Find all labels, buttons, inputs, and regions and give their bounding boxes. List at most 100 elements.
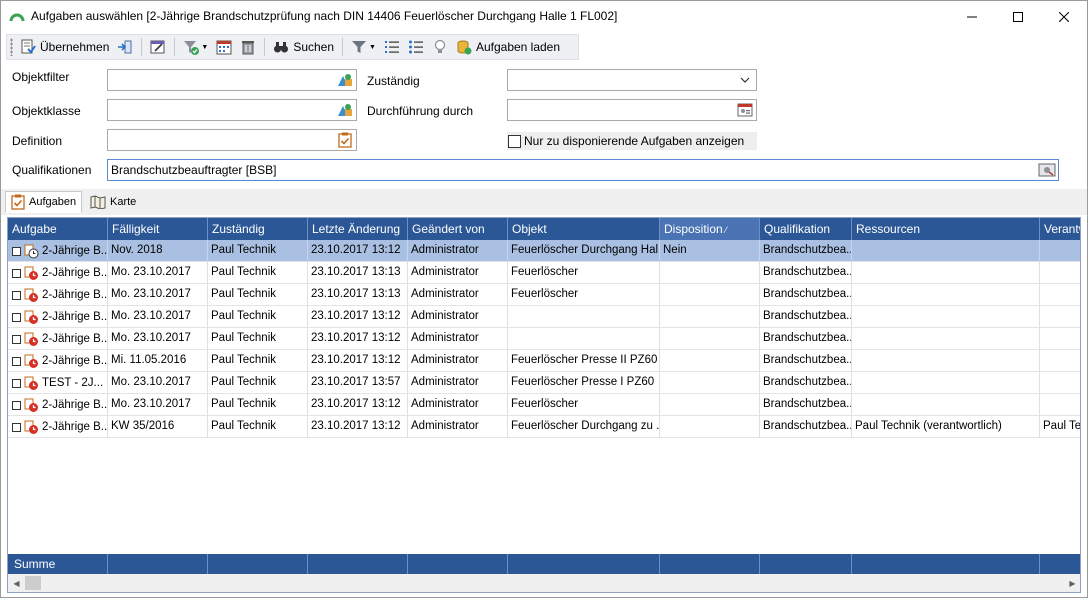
cell-zustaendig: Paul Technik xyxy=(208,240,308,262)
column-header-label: Letzte Änderung xyxy=(312,222,401,236)
grid-summary-row: Summe xyxy=(8,554,1080,574)
durchfuehrung-label: Durchführung durch xyxy=(367,104,474,118)
row-checkbox[interactable] xyxy=(12,334,21,344)
table-row[interactable]: 2-Jährige B... Mo. 23.10.2017 Paul Technik… xyxy=(8,262,1080,284)
load-tasks-button[interactable]: Aufgaben laden xyxy=(452,36,564,58)
tab-karte[interactable]: Karte xyxy=(85,191,141,213)
cell-faelligkeit: KW 35/2016 xyxy=(108,416,208,438)
row-checkbox[interactable] xyxy=(12,268,21,278)
column-header-aufgabe[interactable]: Aufgabe xyxy=(8,218,108,240)
cell-disposition xyxy=(660,284,760,306)
column-header-ressourcen[interactable]: Ressourcen xyxy=(852,218,1040,240)
horizontal-scrollbar[interactable]: ◀ ▶ xyxy=(8,574,1080,592)
only-dispatchable-checkbox[interactable] xyxy=(508,134,521,148)
apply-close-button[interactable] xyxy=(113,36,137,58)
cell-disposition xyxy=(660,416,760,438)
cell-aufgabe: 2-Jährige B... xyxy=(8,240,108,262)
definition-input[interactable] xyxy=(107,129,357,151)
summary-label: Summe xyxy=(8,554,108,574)
column-header-faelligkeit[interactable]: Fälligkeit xyxy=(108,218,208,240)
column-header-objekt[interactable]: Objekt xyxy=(508,218,660,240)
validate-dropdown-button[interactable]: ▼ xyxy=(179,36,212,58)
list-view-button[interactable] xyxy=(380,36,404,58)
cell-aufgabe: 2-Jährige B... xyxy=(8,328,108,350)
filter-dropdown-button[interactable]: ▼ xyxy=(347,36,380,58)
zustaendig-select[interactable] xyxy=(507,69,757,91)
cell-letzte-aenderung: 23.10.2017 13:12 xyxy=(308,306,408,328)
row-checkbox[interactable] xyxy=(12,422,21,432)
cell-faelligkeit: Nov. 2018 xyxy=(108,240,208,262)
objektklasse-input[interactable] xyxy=(107,99,357,121)
table-row[interactable]: 2-Jährige B... Mo. 23.10.2017 Paul Technik… xyxy=(8,284,1080,306)
cell-qualifikation: Brandschutzbea... xyxy=(760,306,852,328)
edit-button[interactable] xyxy=(146,36,170,58)
column-header-label: Geändert von xyxy=(412,222,485,236)
scroll-right-button[interactable]: ▶ xyxy=(1064,574,1080,592)
qualifikationen-picker-button[interactable] xyxy=(1038,162,1056,178)
calendar-button[interactable] xyxy=(212,36,236,58)
apply-button[interactable]: Übernehmen xyxy=(16,36,113,58)
table-row[interactable]: 2-Jährige B... Mi. 11.05.2016 Paul Technik… xyxy=(8,350,1080,372)
qualifikationen-input[interactable]: Brandschutzbeauftragter [BSB] xyxy=(107,159,1059,181)
search-button[interactable]: Suchen xyxy=(269,36,338,58)
cell-objekt: Feuerlöscher xyxy=(508,394,660,416)
column-header-label: Aufgabe xyxy=(12,222,57,236)
column-header-qualifikation[interactable]: Qualifikation xyxy=(760,218,852,240)
delete-button[interactable] xyxy=(236,36,260,58)
table-row[interactable]: 2-Jährige B... Nov. 2018 Paul Technik 23.10… xyxy=(8,240,1080,262)
table-row[interactable]: TEST - 2J... Mo. 23.10.2017 Paul Technik 23… xyxy=(8,372,1080,394)
table-row[interactable]: 2-Jährige B... Mo. 23.10.2017 Paul Technik… xyxy=(8,328,1080,350)
cell-ressourcen xyxy=(852,306,1040,328)
toolbar-grip[interactable] xyxy=(10,38,13,56)
scroll-thumb[interactable] xyxy=(25,576,41,590)
durchfuehrung-picker-button[interactable] xyxy=(736,102,754,118)
cell-text: 2-Jährige B... xyxy=(42,245,107,257)
column-header-letzte-aenderung[interactable]: Letzte Änderung xyxy=(308,218,408,240)
cell-ressourcen xyxy=(852,284,1040,306)
row-checkbox[interactable] xyxy=(12,356,21,366)
objektklasse-picker-button[interactable] xyxy=(336,102,354,118)
cell-objekt xyxy=(508,306,660,328)
detail-list-button[interactable] xyxy=(404,36,428,58)
tab-aufgaben[interactable]: Aufgaben xyxy=(5,191,83,213)
column-header-label: Objekt xyxy=(512,222,547,236)
column-header-disposition[interactable]: Disposition ⁄ xyxy=(660,218,760,240)
objektfilter-input[interactable] xyxy=(107,69,357,91)
cell-verantwortlich xyxy=(1040,328,1080,350)
definition-picker-button[interactable] xyxy=(336,132,354,148)
table-row[interactable]: 2-Jährige B... Mo. 23.10.2017 Paul Technik… xyxy=(8,394,1080,416)
column-header-label: Zuständig xyxy=(212,222,265,236)
table-row[interactable]: 2-Jährige B... KW 35/2016 Paul Technik 23.1… xyxy=(8,416,1080,438)
overdue-task-icon xyxy=(24,376,38,390)
cell-zustaendig: Paul Technik xyxy=(208,350,308,372)
cell-aufgabe: 2-Jährige B... xyxy=(8,262,108,284)
maximize-button[interactable] xyxy=(995,1,1041,32)
hint-button[interactable] xyxy=(428,36,452,58)
row-checkbox[interactable] xyxy=(12,400,21,410)
close-button[interactable] xyxy=(1041,1,1087,32)
overdue-task-icon xyxy=(24,332,38,346)
cell-zustaendig: Paul Technik xyxy=(208,372,308,394)
only-dispatchable-checkbox-row[interactable]: Nur zu disponierende Aufgaben anzeigen xyxy=(507,132,757,150)
row-checkbox[interactable] xyxy=(12,312,21,322)
cell-text: 2-Jährige B... xyxy=(42,311,107,323)
durchfuehrung-input[interactable] xyxy=(507,99,757,121)
row-checkbox[interactable] xyxy=(12,290,21,300)
column-header-label: Fälligkeit xyxy=(112,222,160,236)
column-header-zustaendig[interactable]: Zuständig xyxy=(208,218,308,240)
column-header-verantwortlich[interactable]: Verantw xyxy=(1040,218,1080,240)
cell-ressourcen xyxy=(852,240,1040,262)
objektfilter-picker-button[interactable] xyxy=(336,72,354,88)
overdue-task-icon xyxy=(24,354,38,368)
cell-objekt: Feuerlöscher Durchgang zu ... xyxy=(508,416,660,438)
column-header-geaendert-von[interactable]: Geändert von xyxy=(408,218,508,240)
cell-zustaendig: Paul Technik xyxy=(208,416,308,438)
scroll-left-button[interactable]: ◀ xyxy=(8,574,25,592)
cell-verantwortlich xyxy=(1040,394,1080,416)
grid-body: 2-Jährige B... Nov. 2018 Paul Technik 23.10… xyxy=(8,240,1080,438)
row-checkbox[interactable] xyxy=(12,246,21,256)
row-checkbox[interactable] xyxy=(12,378,21,388)
bullet-list-icon xyxy=(408,40,423,54)
table-row[interactable]: 2-Jährige B... Mo. 23.10.2017 Paul Technik… xyxy=(8,306,1080,328)
minimize-button[interactable] xyxy=(949,1,995,32)
